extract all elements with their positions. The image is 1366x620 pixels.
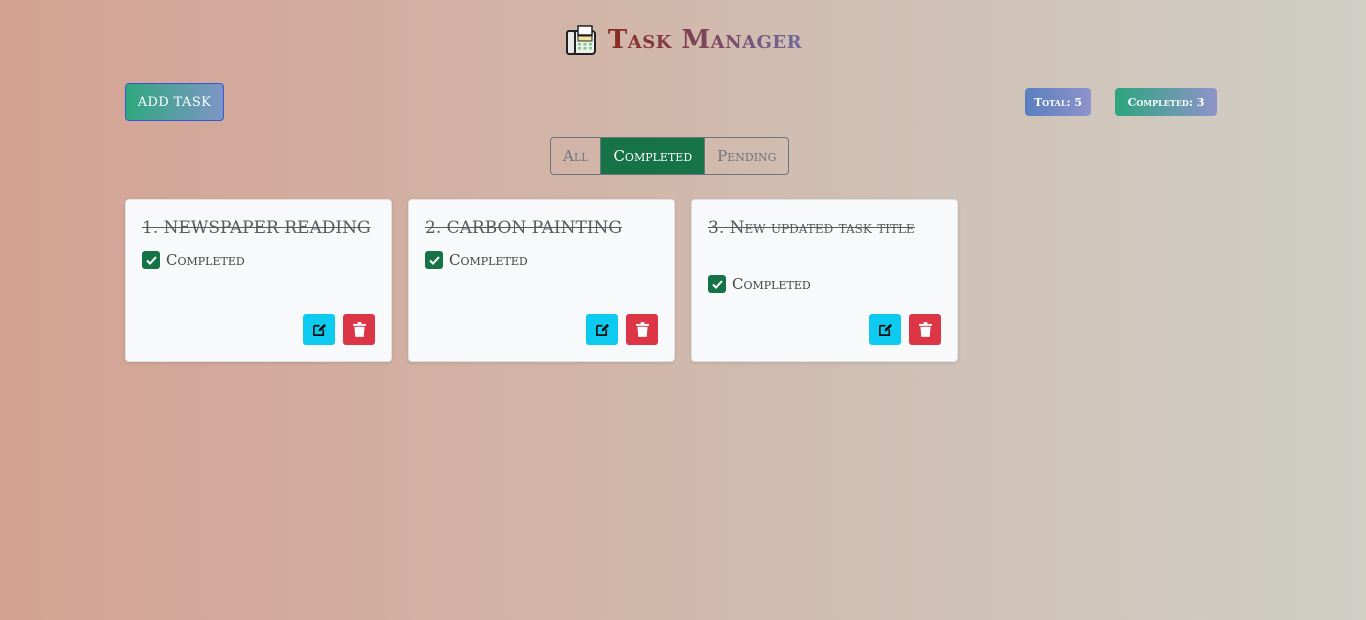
completed-checkbox[interactable] bbox=[708, 275, 726, 293]
add-task-button[interactable]: ADD TASK bbox=[125, 83, 224, 121]
check-icon bbox=[711, 279, 723, 289]
task-status: Completed bbox=[425, 251, 528, 269]
task-status: Completed bbox=[708, 275, 811, 293]
edit-icon bbox=[878, 323, 892, 336]
task-actions bbox=[303, 314, 375, 345]
edit-icon bbox=[595, 323, 609, 336]
fax-icon bbox=[564, 24, 598, 56]
task-title: 2. CARBON PAINTING bbox=[425, 218, 622, 238]
task-status: Completed bbox=[142, 251, 245, 269]
trash-icon bbox=[635, 322, 649, 337]
filter-button-group: All Completed Pending bbox=[550, 137, 790, 175]
page-title: Task Manager bbox=[607, 25, 803, 55]
delete-button[interactable] bbox=[626, 314, 658, 345]
task-actions bbox=[869, 314, 941, 345]
delete-button[interactable] bbox=[909, 314, 941, 345]
total-count-badge: Total: 5 bbox=[1025, 88, 1091, 116]
completed-checkbox[interactable] bbox=[142, 251, 160, 269]
filter-completed-button[interactable]: Completed bbox=[600, 138, 705, 174]
app-header: Task Manager bbox=[0, 24, 1366, 56]
task-title: 1. NEWSPAPER READING bbox=[142, 218, 371, 238]
task-card: 2. CARBON PAINTING Completed bbox=[408, 199, 675, 362]
task-status-label: Completed bbox=[449, 251, 528, 269]
edit-button[interactable] bbox=[303, 314, 335, 345]
task-status-label: Completed bbox=[166, 251, 245, 269]
task-title: 3. New updated task title bbox=[708, 218, 915, 238]
trash-icon bbox=[918, 322, 932, 337]
check-icon bbox=[428, 255, 440, 265]
task-status-label: Completed bbox=[732, 275, 811, 293]
delete-button[interactable] bbox=[343, 314, 375, 345]
filter-all-button[interactable]: All bbox=[551, 138, 600, 174]
task-card: 1. NEWSPAPER READING Completed bbox=[125, 199, 392, 362]
completed-checkbox[interactable] bbox=[425, 251, 443, 269]
edit-icon bbox=[312, 323, 326, 336]
edit-button[interactable] bbox=[869, 314, 901, 345]
task-actions bbox=[586, 314, 658, 345]
check-icon bbox=[145, 255, 157, 265]
trash-icon bbox=[352, 322, 366, 337]
completed-count-badge: Completed: 3 bbox=[1115, 88, 1217, 116]
filter-pending-button[interactable]: Pending bbox=[704, 138, 788, 174]
edit-button[interactable] bbox=[586, 314, 618, 345]
task-card: 3. New updated task title Completed bbox=[691, 199, 958, 362]
